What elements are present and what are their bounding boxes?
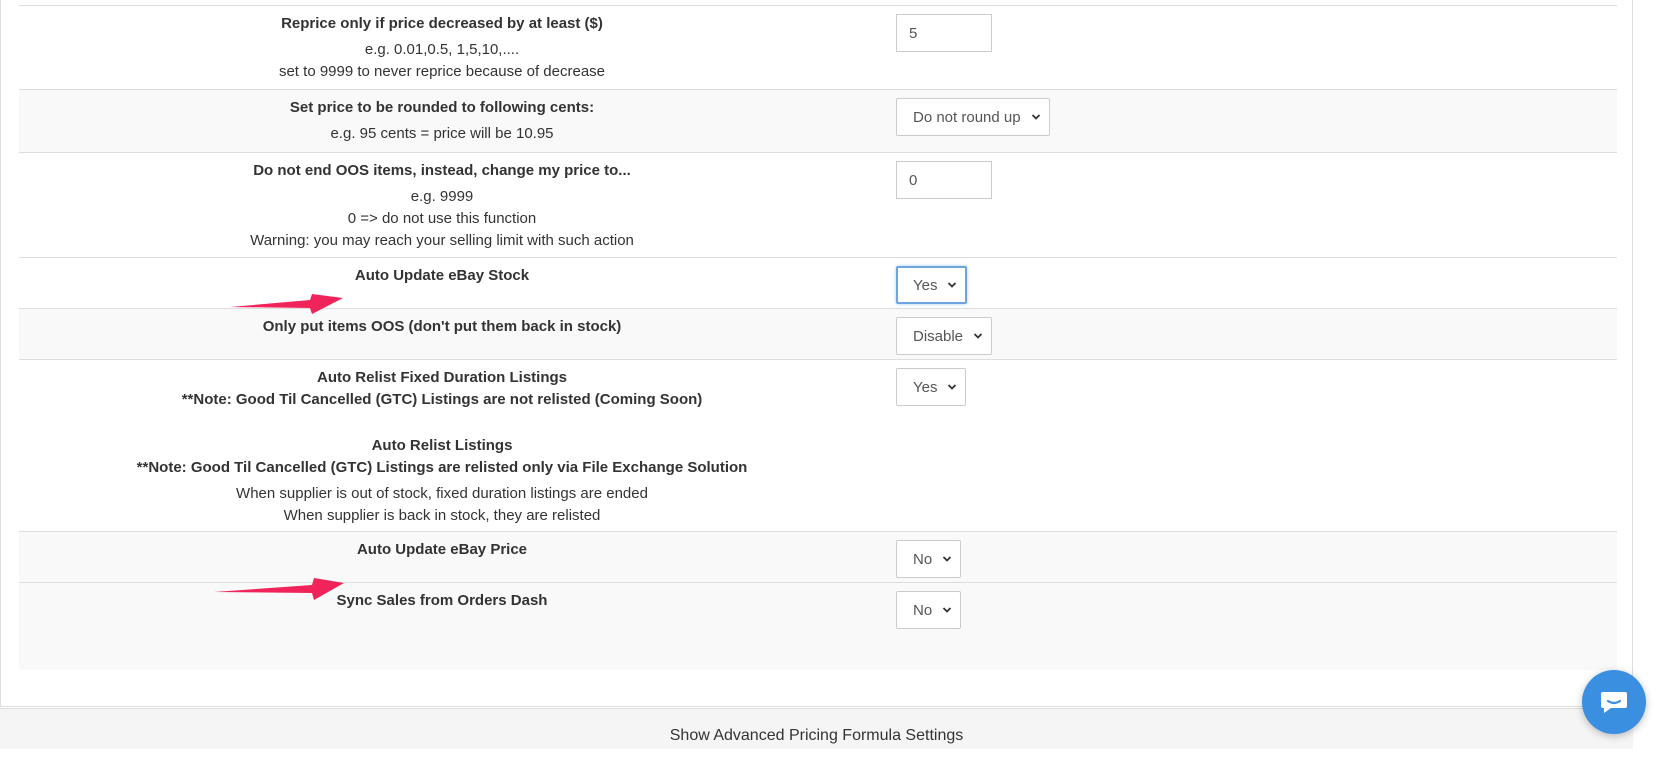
- oos-price-title: Do not end OOS items, instead, change my…: [253, 162, 631, 179]
- round-cents-title: Set price to be rounded to following cen…: [289, 99, 595, 116]
- chat-button[interactable]: [1582, 670, 1646, 734]
- oos-price-desc-3: Warning: you may reach your selling limi…: [250, 232, 634, 249]
- auto-relist-desc-2: When supplier is back in stock, they are…: [283, 507, 601, 524]
- only-oos-title: Only put items OOS (don't put them back …: [262, 318, 622, 335]
- round-cents-value: Do not round up: [913, 108, 1021, 126]
- reprice-decrease-input[interactable]: 5: [896, 14, 992, 52]
- reprice-decrease-desc-1: e.g. 0.01,0.5, 1,5,10,....: [364, 41, 520, 58]
- auto-relist-title: Auto Relist Listings: [371, 437, 513, 454]
- only-oos-select[interactable]: Disable: [896, 317, 993, 355]
- chat-icon: [1601, 692, 1627, 713]
- oos-price-input[interactable]: 0: [896, 161, 992, 199]
- chevron-down-icon: [948, 384, 957, 390]
- reprice-decrease-desc-2: set to 9999 to never reprice because of …: [278, 63, 606, 80]
- auto-relist-desc-1: When supplier is out of stock, fixed dur…: [236, 485, 648, 502]
- arrow-right-icon: [214, 578, 344, 600]
- auto-update-stock-value: Yes: [913, 276, 938, 294]
- row-oos-price: Do not end OOS items, instead, change my…: [19, 152, 1617, 257]
- row-round-cents: Set price to be rounded to following cen…: [19, 89, 1617, 152]
- chevron-down-icon: [1031, 114, 1040, 120]
- arrow-right-icon: [230, 294, 343, 314]
- auto-update-stock-select[interactable]: Yes: [896, 266, 968, 304]
- row-auto-relist: Auto Relist Fixed Duration Listings **No…: [19, 359, 1617, 531]
- auto-relist-note: **Note: Good Til Cancelled (GTC) Listing…: [136, 459, 748, 476]
- auto-relist-value: Yes: [913, 378, 938, 396]
- auto-update-price-title: Auto Update eBay Price: [356, 541, 528, 558]
- auto-update-price-value: No: [913, 550, 933, 568]
- oos-price-desc-1: e.g. 9999: [410, 188, 474, 205]
- auto-relist-select[interactable]: Yes: [896, 368, 967, 406]
- advanced-pricing-label: Show Advanced Pricing Formula Settings: [669, 727, 964, 744]
- chevron-down-icon: [943, 607, 952, 613]
- auto-relist-fixed-note: **Note: Good Til Cancelled (GTC) Listing…: [181, 391, 703, 408]
- auto-relist-fixed-title: Auto Relist Fixed Duration Listings: [316, 369, 567, 386]
- chevron-down-icon: [973, 333, 983, 339]
- reprice-decrease-title: Reprice only if price decreased by at le…: [281, 15, 603, 32]
- round-cents-desc: e.g. 95 cents = price will be 10.95: [330, 125, 554, 142]
- row-reprice-decrease: Reprice only if price decreased by at le…: [19, 5, 1617, 89]
- sync-sales-title: Sync Sales from Orders Dash: [336, 592, 548, 609]
- sync-sales-value: No: [913, 601, 933, 619]
- round-cents-select[interactable]: Do not round up: [896, 98, 1050, 136]
- auto-update-stock-title: Auto Update eBay Stock: [354, 267, 530, 284]
- only-oos-value: Disable: [913, 327, 964, 345]
- sync-sales-select[interactable]: No: [896, 591, 962, 629]
- oos-price-desc-2: 0 => do not use this function: [347, 210, 537, 227]
- auto-update-price-select[interactable]: No: [896, 540, 962, 578]
- chevron-down-icon: [948, 282, 957, 288]
- chevron-down-icon: [943, 556, 952, 562]
